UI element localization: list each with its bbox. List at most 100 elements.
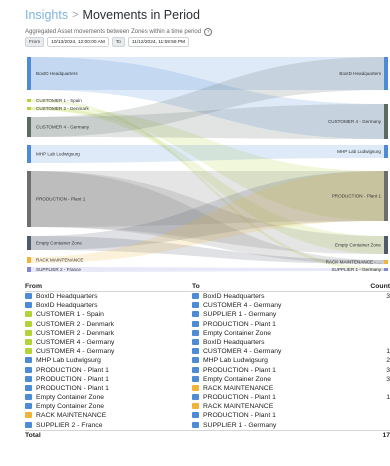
- from-cell: Empty Container Zone: [25, 393, 104, 402]
- table-body: BoxID Headquarters BoxID Headquarters 3 Box…: [25, 292, 390, 430]
- from-cell: PRODUCTION - Plant 1: [25, 384, 109, 393]
- table-row[interactable]: PRODUCTION - Plant 1 Empty Container Zone…: [25, 375, 390, 384]
- sankey-source-node[interactable]: [27, 107, 31, 110]
- from-cell-text: CUSTOMER 4 - Germany: [36, 338, 115, 346]
- sankey-source-node[interactable]: [27, 171, 31, 227]
- table-row[interactable]: SUPPLIER 2 - France SUPPLIER 1 - Germany: [25, 421, 390, 430]
- table-row[interactable]: CUSTOMER 2 - Denmark PRODUCTION - Plant 1: [25, 320, 390, 329]
- header-to[interactable]: To: [192, 282, 200, 291]
- to-cell-text: PRODUCTION - Plant 1: [203, 394, 276, 402]
- from-date-input[interactable]: 10/13/2024, 12:00:00 AM: [47, 37, 109, 47]
- zone-blue-icon: [192, 293, 199, 299]
- breadcrumb-insights-link[interactable]: Insights: [25, 8, 68, 22]
- count-cell-text: 2: [386, 357, 390, 365]
- header-count[interactable]: Count: [370, 282, 390, 291]
- zone-blue-icon: [192, 338, 199, 345]
- subtitle-text: Aggregated Asset movements between Zones…: [25, 29, 202, 35]
- zone-green-icon: [25, 329, 32, 336]
- sankey-target-node[interactable]: [384, 145, 388, 158]
- from-cell: PRODUCTION - Plant 1: [25, 375, 109, 384]
- from-cell: CUSTOMER 2 - Denmark: [25, 320, 114, 329]
- count-cell-text: 3: [386, 293, 390, 300]
- from-cell: SUPPLIER 2 - France: [25, 421, 102, 430]
- sankey-flows: [31, 57, 384, 272]
- count-cell-text: 1: [386, 394, 390, 402]
- to-cell-text: SUPPLIER 1 - Germany: [203, 311, 277, 319]
- from-cell: RACK MAINTENANCE: [25, 411, 106, 420]
- table-row[interactable]: CUSTOMER 1 - Spain SUPPLIER 1 - Germany: [25, 310, 390, 319]
- sankey-target-node[interactable]: [384, 236, 388, 254]
- sankey-source-label: CUSTOMER 4 - Germany: [36, 125, 90, 130]
- count-cell-text: 3: [386, 375, 390, 383]
- sankey-target-label: PRODUCTION - Plant 1: [332, 194, 382, 199]
- zone-blue-icon: [25, 366, 32, 373]
- table-row[interactable]: RACK MAINTENANCE PRODUCTION - Plant 1: [25, 411, 390, 420]
- to-cell-text: Empty Container Zone: [203, 375, 272, 383]
- count-cell: 2: [386, 356, 390, 365]
- page-header: Insights > Movements in Period Aggregate…: [25, 8, 213, 36]
- sankey-target-label: SUPPLIER 1 - Germany: [331, 267, 381, 272]
- sankey-flow[interactable]: [31, 145, 384, 163]
- count-cell: 3: [386, 375, 390, 384]
- sankey-target-node[interactable]: [384, 268, 388, 271]
- help-circle-icon[interactable]: ?: [204, 28, 213, 36]
- to-cell-text: CUSTOMER 4 - Germany: [203, 348, 282, 356]
- sankey-source-label: CUSTOMER 1 - Spain: [36, 98, 82, 103]
- table-row[interactable]: PRODUCTION - Plant 1 PRODUCTION - Plant 1…: [25, 366, 390, 375]
- table-row[interactable]: CUSTOMER 2 - Denmark Empty Container Zone: [25, 329, 390, 338]
- zone-blue-icon: [25, 384, 32, 391]
- table-row[interactable]: CUSTOMER 4 - Germany CUSTOMER 4 - Germany…: [25, 347, 390, 356]
- sankey-source-node[interactable]: [27, 257, 31, 263]
- to-cell: SUPPLIER 1 - Germany: [192, 310, 276, 319]
- to-cell: BoxID Headquarters: [192, 292, 265, 301]
- sankey-target-node[interactable]: [384, 171, 388, 221]
- table-row[interactable]: BoxID Headquarters BoxID Headquarters 3: [25, 292, 390, 301]
- count-cell-text: 1: [386, 348, 390, 356]
- header-from[interactable]: From: [25, 282, 42, 291]
- zone-blue-icon: [192, 421, 199, 428]
- to-cell-text: PRODUCTION - Plant 1: [203, 366, 276, 374]
- to-cell: Empty Container Zone: [192, 375, 271, 384]
- from-cell: BoxID Headquarters: [25, 292, 98, 301]
- sankey-source-node[interactable]: [27, 99, 31, 102]
- zone-blue-icon: [192, 302, 199, 309]
- count-cell: 1: [386, 393, 390, 402]
- table-row[interactable]: MHP Lab Ludwigsurg MHP Lab Ludwigsurg 2: [25, 356, 390, 365]
- zone-blue-icon: [25, 375, 32, 382]
- from-cell: CUSTOMER 4 - Germany: [25, 338, 114, 347]
- zone-blue-icon: [192, 329, 199, 336]
- sankey-source-label: CUSTOMER 2 - Denmark: [36, 106, 89, 111]
- sankey-source-node[interactable]: [27, 145, 31, 163]
- zone-blue-icon: [25, 421, 32, 428]
- zone-blue-icon: [25, 357, 32, 364]
- sankey-source-node[interactable]: [27, 117, 31, 137]
- sankey-target-node[interactable]: [384, 104, 388, 139]
- to-cell: RACK MAINTENANCE: [192, 384, 273, 393]
- table-row[interactable]: BoxID Headquarters CUSTOMER 4 - Germany: [25, 301, 390, 310]
- count-cell: 3: [386, 292, 390, 301]
- count-cell-text: 3: [386, 366, 390, 374]
- to-cell: SUPPLIER 1 - Germany: [192, 421, 276, 430]
- table-row[interactable]: Empty Container Zone RACK MAINTENANCE: [25, 402, 390, 411]
- breadcrumb-separator: >: [72, 9, 79, 21]
- sankey-target-node[interactable]: [384, 57, 388, 90]
- to-date-input[interactable]: 11/12/2024, 11:59:59 PM: [127, 37, 190, 47]
- table-row[interactable]: Empty Container Zone PRODUCTION - Plant 1…: [25, 393, 390, 402]
- to-cell-text: PRODUCTION - Plant 1: [203, 320, 276, 328]
- table-row[interactable]: CUSTOMER 4 - Germany BoxID Headquarters: [25, 338, 390, 347]
- zone-blue-icon: [25, 394, 32, 401]
- sankey-diagram: BoxID Headquarters CUSTOMER 1 - Spain CUST…: [27, 57, 388, 272]
- from-cell-text: CUSTOMER 1 - Spain: [36, 311, 104, 319]
- sankey-target-node[interactable]: [384, 260, 388, 264]
- zone-blue-icon: [192, 375, 199, 382]
- to-cell-text: RACK MAINTENANCE: [203, 384, 274, 392]
- sankey-source-node[interactable]: [27, 267, 31, 272]
- breadcrumb: Insights > Movements in Period: [25, 8, 212, 22]
- zone-green-icon: [25, 311, 32, 318]
- table-row[interactable]: PRODUCTION - Plant 1 RACK MAINTENANCE: [25, 384, 390, 393]
- from-cell: PRODUCTION - Plant 1: [25, 366, 109, 375]
- sankey-source-node[interactable]: [27, 57, 31, 90]
- from-cell-text: RACK MAINTENANCE: [36, 412, 107, 420]
- sankey-source-node[interactable]: [27, 236, 31, 250]
- to-cell: MHP Lab Ludwigsurg: [192, 356, 268, 365]
